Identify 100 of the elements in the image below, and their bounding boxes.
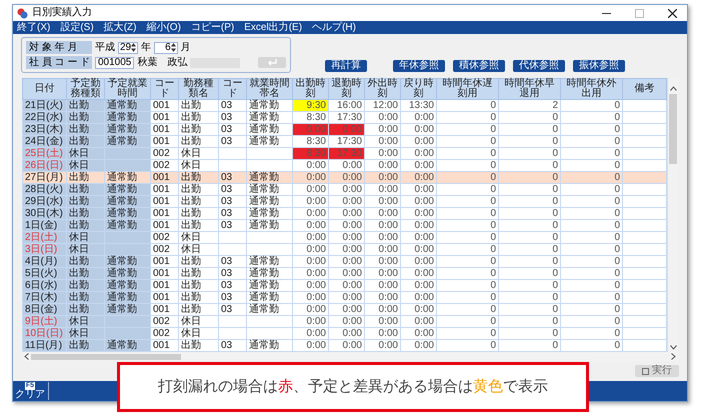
column-header: 時間年休遅刻用 bbox=[436, 78, 498, 100]
spinner-arrows-icon bbox=[170, 43, 176, 52]
table-cell: 出勤 bbox=[66, 268, 104, 280]
table-row[interactable]: 26日(日) 休日 002 休日 0:00 0:00 0:00 0:00 0 0 0 bbox=[22, 160, 666, 172]
table-cell: 出勤 bbox=[66, 124, 104, 136]
era-text: 平成 bbox=[95, 42, 115, 52]
scroll-up-icon[interactable] bbox=[670, 86, 676, 91]
field-label: 対 象 年 月 bbox=[26, 41, 92, 54]
menu-item[interactable]: 設定(S) bbox=[60, 22, 94, 32]
table-cell: 出勤 bbox=[66, 256, 104, 268]
column-header: 予定勤務種類 bbox=[66, 78, 104, 100]
employee-code-field[interactable]: 001005 bbox=[95, 56, 134, 68]
scroll-right-icon[interactable] bbox=[671, 353, 676, 360]
table-cell bbox=[104, 328, 150, 340]
scroll-down-icon[interactable] bbox=[670, 345, 676, 350]
table-cell: 30日(木) bbox=[22, 208, 66, 220]
table-row[interactable]: 9日(土) 休日 002 休日 0:00 0:00 0:00 0:00 0 0 0 bbox=[22, 316, 666, 328]
scroll-left-icon[interactable] bbox=[24, 353, 29, 360]
year-spinner[interactable]: 29 bbox=[118, 42, 138, 54]
table-row[interactable]: 2日(土) 休日 002 休日 0:00 0:00 0:00 0:00 0 0 0 bbox=[22, 232, 666, 244]
table-cell: 9日(土) bbox=[22, 316, 66, 328]
column-header: 外出時刻 bbox=[364, 78, 400, 100]
reference-button[interactable]: 振休参照 bbox=[573, 60, 625, 72]
table-cell: 通常勤 bbox=[104, 196, 150, 208]
table-cell: 4日(月) bbox=[22, 256, 66, 268]
reference-button[interactable]: 積休参照 bbox=[453, 60, 505, 72]
table-row[interactable]: 3日(日) 休日 002 休日 0:00 0:00 0:00 0:00 0 0 0 bbox=[22, 244, 666, 256]
scrollbar-thumb[interactable] bbox=[669, 94, 677, 164]
table-row[interactable]: 22日(水) 出勤 通常勤 001 出勤 03 通常勤 8:30 17:30 0:00 0:00 0 0 0 bbox=[22, 112, 666, 124]
table-row[interactable]: 8日(金) 出勤 通常勤 001 出勤 03 通常勤 0:00 0:00 0:00 0:00 0 0 0 bbox=[22, 304, 666, 316]
table-cell: 出勤 bbox=[66, 304, 104, 316]
callout-text: 打刻漏れの場合は赤、予定と差異がある場合は黄色で表示 bbox=[158, 376, 548, 397]
table-row[interactable]: 5日(火) 出勤 通常勤 001 出勤 03 通常勤 0:00 0:00 0:00 0:00 0 0 0 bbox=[22, 268, 666, 280]
column-header: 日付 bbox=[22, 78, 66, 100]
table-cell: 通常勤 bbox=[104, 268, 150, 280]
table-cell: 26日(日) bbox=[22, 160, 66, 172]
table-cell: 出勤 bbox=[66, 292, 104, 304]
table-cell bbox=[104, 160, 150, 172]
table-cell: 通常勤 bbox=[104, 292, 150, 304]
unit-text: 月 bbox=[180, 42, 191, 52]
column-header: 出勤時刻 bbox=[292, 78, 328, 100]
table-row[interactable]: 29日(水) 出勤 通常勤 001 出勤 03 通常勤 0:00 0:00 0:00 0:00 0 0 0 bbox=[22, 196, 666, 208]
table-cell: 出勤 bbox=[66, 280, 104, 292]
menu-item[interactable]: Excel出力(E) bbox=[244, 22, 302, 32]
table-row[interactable]: 11日(月) 出勤 通常勤 001 出勤 03 通常勤 0:00 0:00 0:00 0:00 0 0 0 bbox=[22, 340, 666, 352]
table-cell: 出勤 bbox=[66, 220, 104, 232]
table-cell bbox=[104, 148, 150, 160]
table-cell: 3日(日) bbox=[22, 244, 66, 256]
table-row[interactable]: 24日(金) 出勤 通常勤 001 出勤 03 通常勤 8:30 17:30 0:00 0:00 0 0 0 bbox=[22, 136, 666, 148]
column-header: 時間年休早退用 bbox=[498, 78, 560, 100]
menu-item[interactable]: 拡大(Z) bbox=[104, 22, 136, 32]
table-row[interactable]: 27日(月) 出勤 通常勤 001 出勤 03 通常勤 0:00 0:00 0:00 0:00 0 0 0 bbox=[22, 172, 666, 184]
menu-item[interactable]: 終了(X) bbox=[17, 22, 50, 32]
table-cell: 8日(金) bbox=[22, 304, 66, 316]
table-row[interactable]: 10日(日) 休日 002 休日 0:00 0:00 0:00 0:00 0 0 0 bbox=[22, 328, 666, 340]
spinner-arrows-icon bbox=[131, 43, 136, 52]
menu-item[interactable]: 縮小(O) bbox=[146, 22, 181, 32]
table-row[interactable]: 1日(金) 出勤 通常勤 001 出勤 03 通常勤 0:00 0:00 0:00 0:00 0 0 0 bbox=[22, 220, 666, 232]
table-cell: 通常勤 bbox=[104, 136, 150, 148]
table-cell: 10日(日) bbox=[22, 328, 66, 340]
table-row[interactable]: 4日(月) 出勤 通常勤 001 出勤 03 通常勤 0:00 0:00 0:00 0:00 0 0 0 bbox=[22, 256, 666, 268]
table-cell bbox=[104, 316, 150, 328]
table-cell: 2日(土) bbox=[22, 232, 66, 244]
table-cell: 22日(水) bbox=[22, 112, 66, 124]
reference-button[interactable]: 年休参照 bbox=[393, 60, 445, 72]
table-cell: 通常勤 bbox=[104, 124, 150, 136]
column-header: 備考 bbox=[622, 78, 666, 100]
table-cell: 11日(月) bbox=[22, 340, 66, 352]
table-row[interactable]: 6日(水) 出勤 通常勤 001 出勤 03 通常勤 0:00 0:00 0:00 0:00 0 0 0 bbox=[22, 280, 666, 292]
table-cell: 通常勤 bbox=[104, 208, 150, 220]
table-cell: 25日(土) bbox=[22, 148, 66, 160]
table-row[interactable]: 28日(火) 出勤 通常勤 001 出勤 03 通常勤 0:00 0:00 0:00 0:00 0 0 0 bbox=[22, 184, 666, 196]
column-header: 予定就業時間 bbox=[104, 78, 150, 100]
table-row[interactable]: 25日(土) 休日 002 休日 8:30 17:30 0:00 0:00 0 0 0 bbox=[22, 148, 666, 160]
month-spinner[interactable]: 6 bbox=[154, 42, 178, 54]
scrollbar-thumb[interactable] bbox=[31, 354, 181, 360]
table-row[interactable]: 21日(火) 出勤 通常勤 001 出勤 03 通常勤 9:30 16:00 12:00 13:30 0 2 0 bbox=[22, 100, 666, 112]
close-icon[interactable] bbox=[668, 8, 677, 18]
recalculate-button[interactable]: 再計算 bbox=[325, 60, 367, 72]
column-header: 時間年休外出用 bbox=[560, 78, 622, 100]
table-cell: 通常勤 bbox=[104, 184, 150, 196]
menu-item[interactable]: コピー(P) bbox=[190, 22, 234, 32]
unit-text: 年 bbox=[141, 42, 152, 52]
table-cell: 29日(水) bbox=[22, 196, 66, 208]
maximize-icon bbox=[635, 8, 644, 18]
table-row[interactable]: 23日(木) 出勤 通常勤 001 出勤 03 通常勤 0:00 0:00 0:00 0:00 0 0 0 bbox=[22, 124, 666, 136]
table-row[interactable]: 30日(木) 出勤 通常勤 001 出勤 03 通常勤 0:00 0:00 0:00 0:00 0 0 0 bbox=[22, 208, 666, 220]
app-logo-icon bbox=[17, 8, 28, 18]
table-cell: 通常勤 bbox=[104, 256, 150, 268]
column-header: 就業時間帯名 bbox=[246, 78, 292, 100]
menu-item[interactable]: ヘルプ(H) bbox=[312, 22, 356, 32]
table-cell: 出勤 bbox=[66, 208, 104, 220]
column-header: 勤務種類名 bbox=[178, 78, 218, 100]
table-cell: 通常勤 bbox=[104, 220, 150, 232]
table-row[interactable]: 7日(木) 出勤 通常勤 001 出勤 03 通常勤 0:00 0:00 0:00 0:00 0 0 0 bbox=[22, 292, 666, 304]
table-cell: 1日(金) bbox=[22, 220, 66, 232]
reference-button[interactable]: 代休参照 bbox=[513, 60, 565, 72]
table-cell: 23日(木) bbox=[22, 124, 66, 136]
square-icon bbox=[642, 368, 649, 374]
table-cell: 出勤 bbox=[66, 196, 104, 208]
